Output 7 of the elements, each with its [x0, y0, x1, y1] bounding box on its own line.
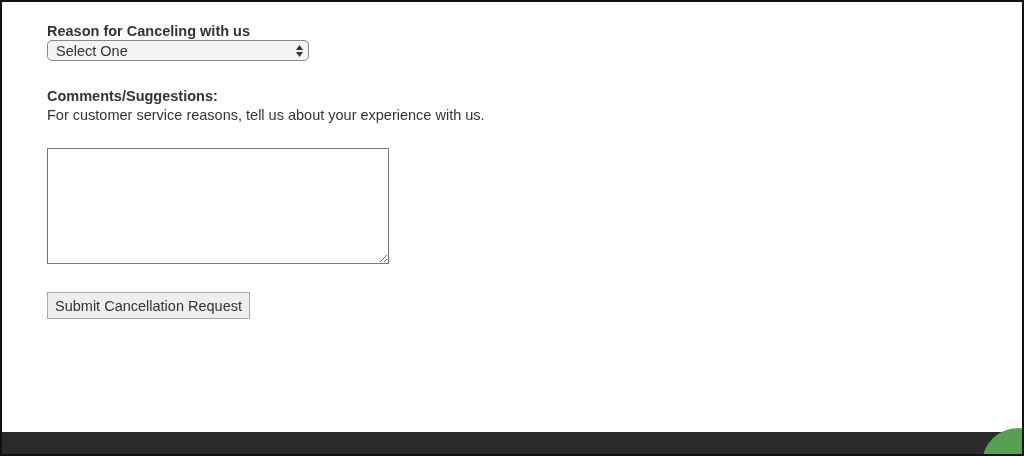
reason-select[interactable]: Select One	[47, 40, 309, 61]
field-label: Reason for Canceling with us	[47, 22, 251, 40]
updown-arrows-icon	[296, 44, 303, 57]
field-label: Comments/Suggestions:	[47, 87, 218, 105]
hint-text: For customer service reasons, tell us about your experience with us.	[47, 106, 485, 125]
submit-button[interactable]: Submit Cancellation Request	[47, 292, 250, 319]
comments-field[interactable]	[47, 148, 389, 264]
